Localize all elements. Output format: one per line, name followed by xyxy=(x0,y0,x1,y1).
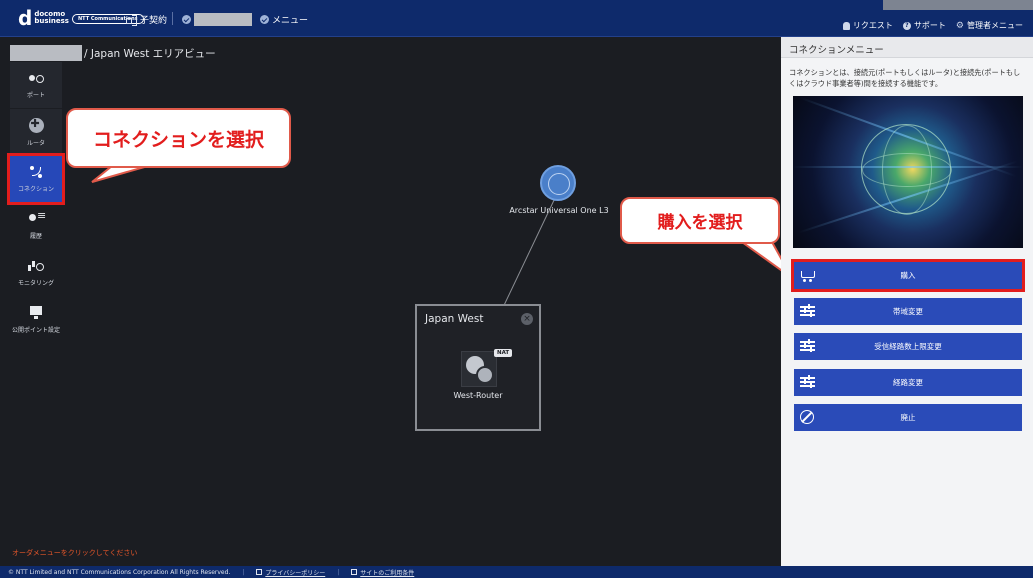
purchase-label: 購入 xyxy=(900,271,916,280)
external-link-icon xyxy=(351,569,358,575)
nav-item-monitoring[interactable]: モニタリング xyxy=(10,250,62,296)
nav-label-router: ルータ xyxy=(26,139,45,147)
router-label: West-Router xyxy=(453,391,503,400)
breadcrumb-current: / Japan West エリアビュー xyxy=(84,47,216,60)
network-globe-image xyxy=(793,96,1023,248)
nav-item-history[interactable]: 履歴 xyxy=(10,203,62,249)
footer: © NTT Limited and NTT Communications Cor… xyxy=(0,566,1033,578)
privacy-policy-link[interactable]: プライバシーポリシー xyxy=(256,568,325,577)
region-title: Japan West xyxy=(425,313,484,325)
route-change-button[interactable]: 経路変更 xyxy=(794,369,1022,396)
region-box-japan-west[interactable]: Japan West × NAT West-Router xyxy=(415,304,541,431)
route-limit-change-label: 受信経路数上限変更 xyxy=(874,342,942,351)
header-links: リクエスト ? サポート ⚙ 管理者メニュー xyxy=(842,20,1023,31)
footer-divider: | xyxy=(337,568,340,576)
support-label: サポート xyxy=(913,21,946,30)
router-node-west[interactable] xyxy=(461,351,497,387)
route-limit-change-button[interactable]: 受信経路数上限変更 xyxy=(794,333,1022,360)
abolish-label: 廃止 xyxy=(900,413,916,422)
sliders-icon xyxy=(800,304,816,318)
monitoring-icon xyxy=(28,259,44,273)
callout-select-purchase: 購入を選択 xyxy=(620,197,780,244)
menu-check-icon xyxy=(260,15,269,24)
nat-badge: NAT xyxy=(494,349,513,357)
request-link[interactable]: リクエスト xyxy=(842,20,893,31)
docomo-business-logo[interactable]: d docomo business xyxy=(18,6,69,30)
top-accent-strip xyxy=(883,0,1033,10)
cart-icon xyxy=(800,268,816,282)
admin-menu-link[interactable]: ⚙ 管理者メニュー xyxy=(956,20,1023,31)
port-icon xyxy=(28,71,44,85)
history-icon xyxy=(28,209,46,226)
nav-label-connection: コネクション xyxy=(17,186,54,193)
sub-contract-label: 子契約 xyxy=(140,16,168,26)
terms-link[interactable]: サイトのご利用条件 xyxy=(351,568,414,577)
header-divider xyxy=(172,12,173,25)
connection-icon xyxy=(28,165,44,179)
cloud-node-label: Arcstar Universal One L3 xyxy=(509,206,609,215)
menu-button[interactable]: メニュー xyxy=(260,13,308,26)
nav-item-router[interactable]: ルータ xyxy=(10,109,62,155)
connection-menu-panel: コネクションメニュー コネクションとは、接続元(ポートもしくはルータ)と接続先(… xyxy=(781,37,1033,566)
privacy-policy-label: プライバシーポリシー xyxy=(265,569,326,577)
footer-divider: | xyxy=(242,568,245,576)
logo-words: docomo business xyxy=(34,11,69,25)
external-link-icon xyxy=(256,569,263,575)
support-link[interactable]: ? サポート xyxy=(902,20,946,31)
nav-item-connection[interactable]: コネクション xyxy=(7,153,65,205)
public-point-icon xyxy=(28,306,44,320)
request-label: リクエスト xyxy=(852,21,893,30)
gear-icon: ⚙ xyxy=(955,20,964,31)
router-circle-icon-2 xyxy=(476,366,494,384)
cloud-node-arcstar[interactable] xyxy=(540,165,576,201)
order-menu-hint: オーダメニューをクリックしてください xyxy=(12,549,138,557)
route-change-label: 経路変更 xyxy=(893,378,923,387)
breadcrumb: / Japan West エリアビュー xyxy=(10,45,216,61)
nav-item-public-point[interactable]: 公開ポイント設定 xyxy=(10,297,62,343)
sub-contract-selector[interactable]: 子契約 xyxy=(126,13,167,26)
abolish-button[interactable]: 廃止 xyxy=(794,404,1022,431)
logo-word-bottom: business xyxy=(34,17,69,25)
purchase-button[interactable]: 購入 xyxy=(791,259,1025,292)
account-selector[interactable] xyxy=(182,13,252,26)
bandwidth-change-label: 帯域変更 xyxy=(893,307,923,316)
nav-item-port[interactable]: ポート xyxy=(10,62,62,108)
nav-label-public-point: 公開ポイント設定 xyxy=(11,327,60,334)
sliders-icon xyxy=(800,339,816,353)
admin-menu-label: 管理者メニュー xyxy=(967,21,1023,30)
logo-mark: d xyxy=(18,6,33,30)
callout-select-connection: コネクションを選択 xyxy=(66,108,291,168)
ban-icon xyxy=(800,410,814,424)
panel-title: コネクションメニュー xyxy=(781,37,1033,58)
nav-label-history: 履歴 xyxy=(29,233,42,240)
close-icon[interactable]: × xyxy=(521,313,533,325)
bandwidth-change-button[interactable]: 帯域変更 xyxy=(794,298,1022,325)
nav-label-monitoring: モニタリング xyxy=(17,280,54,287)
top-bar: d docomo business NTT Communications 子契約… xyxy=(0,0,1033,37)
left-navigation: ポート ルータ コネクション 履歴 モニタリング 公開ポイント設定 xyxy=(7,62,65,344)
menu-label: メニュー xyxy=(272,16,309,26)
bell-icon xyxy=(842,21,850,30)
sliders-icon xyxy=(800,375,816,389)
redacted-account-name xyxy=(194,13,252,26)
panel-description: コネクションとは、接続元(ポートもしくはルータ)と接続先(ポートもしくはクラウド… xyxy=(789,68,1021,88)
copyright-text: © NTT Limited and NTT Communications Cor… xyxy=(8,568,231,576)
redacted-breadcrumb-root[interactable] xyxy=(10,45,82,61)
hierarchy-icon xyxy=(126,14,137,26)
question-icon: ? xyxy=(902,21,911,30)
terms-label: サイトのご利用条件 xyxy=(360,569,415,577)
account-check-icon xyxy=(182,15,191,24)
router-icon xyxy=(28,117,44,133)
callout-connection-tail xyxy=(91,165,149,183)
nav-label-port: ポート xyxy=(26,92,45,99)
globe-graphic xyxy=(861,124,952,215)
